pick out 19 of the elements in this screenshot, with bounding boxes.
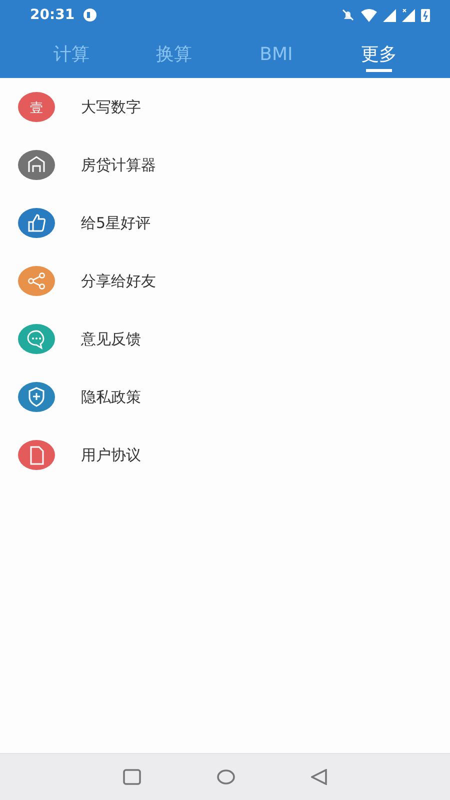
menu-item[interactable]: 壹 大写数字 bbox=[0, 78, 450, 136]
menu-item[interactable]: 房贷计算器 bbox=[0, 136, 450, 194]
home-button[interactable] bbox=[217, 769, 235, 785]
tab[interactable]: 更多 bbox=[328, 30, 430, 78]
glyph-icon: 壹 bbox=[18, 92, 55, 122]
menu-item[interactable]: 隐私政策 bbox=[0, 368, 450, 426]
status-time: 20:31 bbox=[30, 7, 75, 23]
back-button[interactable] bbox=[311, 769, 327, 785]
menu-item[interactable]: 意见反馈 bbox=[0, 310, 450, 368]
mute-bell-icon bbox=[341, 8, 355, 22]
menu-item[interactable]: 分享给好友 bbox=[0, 252, 450, 310]
recents-button[interactable] bbox=[123, 769, 141, 785]
signal-icon bbox=[402, 8, 415, 22]
wifi-icon bbox=[361, 8, 377, 22]
battery-icon bbox=[421, 8, 430, 22]
menu-item[interactable]: 用户协议 bbox=[0, 426, 450, 484]
signal-icon bbox=[383, 8, 396, 22]
app-notification-icon bbox=[82, 8, 97, 22]
menu-item[interactable]: 给5星好评 bbox=[0, 194, 450, 252]
